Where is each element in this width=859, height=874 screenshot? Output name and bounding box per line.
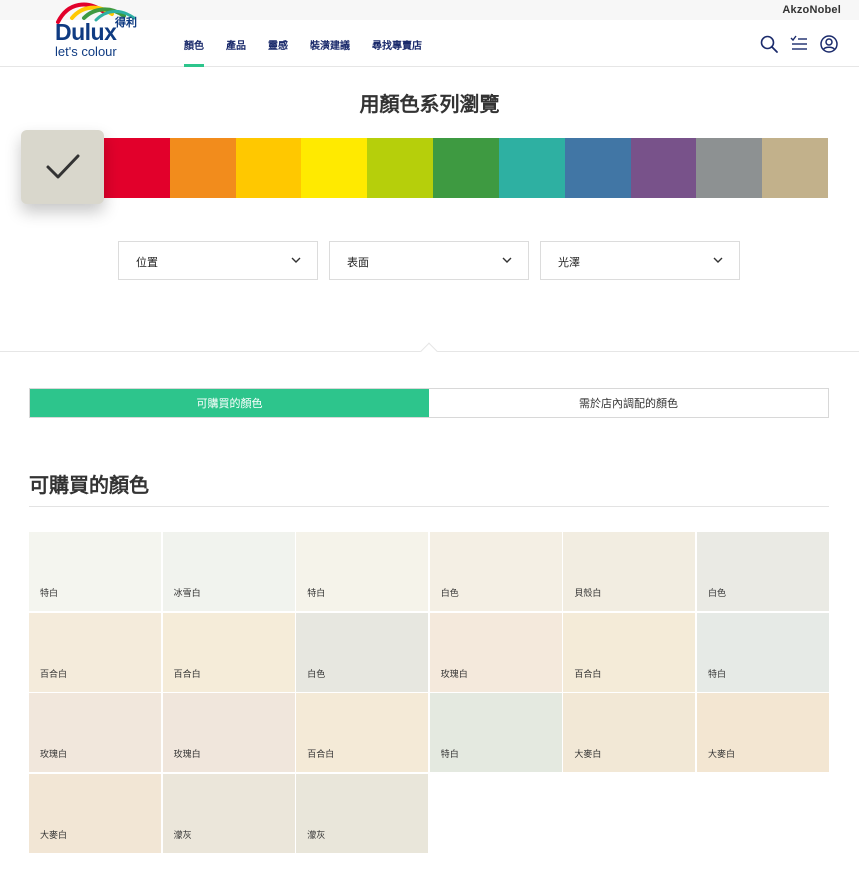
colour-tile[interactable]: 玫瑰白: [429, 612, 562, 692]
colour-list-title: 可購買的顏色: [29, 473, 149, 497]
colour-tile[interactable]: 貝殼白: [563, 532, 696, 611]
nav-item-colours[interactable]: 顏色: [184, 37, 204, 67]
colour-tile[interactable]: 特白: [696, 612, 829, 692]
colour-tile[interactable]: 特白: [429, 693, 562, 773]
colour-tile[interactable]: 濛灰: [162, 773, 295, 853]
chevron-down-icon: [291, 257, 301, 263]
colour-name: 大麥白: [40, 830, 68, 841]
colour-family-swatch[interactable]: [762, 138, 828, 198]
filter-location-dropdown[interactable]: 位置: [118, 241, 318, 280]
colour-tile[interactable]: 白色: [296, 612, 429, 692]
filter-sheen-dropdown[interactable]: 光澤: [540, 241, 740, 280]
colour-name: 百合白: [173, 669, 201, 680]
colour-tile[interactable]: 大麥白: [696, 693, 829, 773]
colour-name: 濛灰: [307, 830, 326, 841]
colour-name: 白色: [707, 589, 726, 599]
colour-name: 特白: [307, 589, 326, 599]
brand-tagline: let's colour: [55, 44, 117, 59]
colour-tile[interactable]: 白色: [696, 532, 829, 611]
colour-tile[interactable]: 玫瑰白: [162, 693, 295, 773]
toggle-tinted-in-store[interactable]: 需於店內調配的顏色: [429, 389, 828, 417]
akzonobel-logo[interactable]: AkzoNobel: [782, 4, 841, 16]
colour-tile[interactable]: 大麥白: [29, 773, 161, 853]
header-actions: [759, 34, 839, 54]
site-header: Dulux 得利 let's colour 顏色 產品 靈感 裝潢建議 尋找專賣…: [0, 2, 859, 67]
colour-name: 特白: [707, 669, 726, 680]
colour-name: 玫瑰白: [173, 750, 201, 761]
colour-name: 玫瑰白: [40, 750, 68, 761]
colour-family-swatch[interactable]: [433, 138, 499, 198]
colour-family-swatch[interactable]: [564, 138, 631, 198]
colour-name: 大麥白: [574, 750, 602, 761]
colour-tile[interactable]: 百合白: [296, 693, 429, 773]
colour-grid: 特白 冰雪白 特白 白色 貝殼白 白色 百合白 百合白 白色 玫瑰白 百合白 特白 玫瑰白 玫瑰白 百合白特…: [29, 532, 829, 853]
nav-item-advice[interactable]: 裝潢建議: [310, 37, 350, 67]
availability-toggle: 可購買的顏色 需於店內調配的顏色: [29, 388, 829, 418]
dulux-logo[interactable]: Dulux 得利 let's colour: [54, 0, 140, 80]
main-nav: 顏色 產品 靈感 裝潢建議 尋找專賣店: [184, 37, 444, 67]
colour-family-swatch[interactable]: [235, 138, 302, 198]
colour-tile[interactable]: 白色: [429, 532, 562, 611]
filter-surface-dropdown[interactable]: 表面: [329, 241, 529, 280]
checklist-icon[interactable]: [789, 34, 809, 54]
divider-notch: [420, 342, 438, 360]
colour-family-swatches: [104, 138, 828, 198]
brand-name: Dulux: [55, 19, 117, 45]
colour-tile[interactable]: 玫瑰白: [29, 693, 161, 773]
nav-item-store-finder[interactable]: 尋找專賣店: [372, 37, 422, 67]
chevron-down-icon: [502, 257, 512, 263]
colour-tile[interactable]: 百合白: [29, 612, 161, 692]
colour-tile[interactable]: 百合白: [563, 612, 696, 692]
colour-name: 貝殼白: [574, 589, 602, 599]
colour-tile[interactable]: 冰雪白: [162, 532, 295, 611]
filter-bar: 位置 表面 光澤: [118, 241, 740, 280]
colour-tile[interactable]: 大麥白: [563, 693, 696, 773]
colour-family-swatch[interactable]: [367, 138, 434, 198]
colour-name: 特白: [440, 750, 459, 761]
colour-tile[interactable]: 百合白: [162, 612, 295, 692]
colour-tile[interactable]: 特白: [296, 532, 429, 611]
account-icon[interactable]: [819, 34, 839, 54]
colour-family-swatch[interactable]: [630, 138, 697, 198]
filter-label: 位置: [136, 256, 158, 269]
colour-family-swatch[interactable]: [696, 138, 763, 198]
colour-name: 玫瑰白: [440, 669, 468, 680]
nav-item-products[interactable]: 產品: [226, 37, 246, 67]
browse-title: 用顏色系列瀏覽: [359, 92, 500, 116]
colour-family-swatch[interactable]: [104, 138, 170, 198]
colour-name: 百合白: [40, 669, 68, 680]
colour-name: 大麥白: [707, 750, 735, 761]
chevron-down-icon: [713, 257, 723, 263]
colour-tile[interactable]: 特白: [29, 532, 161, 611]
selected-colour-family[interactable]: [21, 130, 104, 204]
filter-label: 表面: [347, 256, 369, 269]
colour-name: 白色: [440, 589, 459, 599]
checkmark-icon: [46, 154, 79, 179]
toggle-ready-mixed[interactable]: 可購買的顏色: [30, 389, 429, 417]
list-divider: [29, 506, 829, 507]
colour-name: 百合白: [307, 750, 335, 761]
colour-family-swatch[interactable]: [301, 138, 368, 198]
colour-name: 冰雪白: [173, 589, 201, 599]
nav-item-inspiration[interactable]: 靈感: [268, 37, 288, 67]
filter-label: 光澤: [558, 256, 580, 269]
colour-tile[interactable]: 濛灰: [296, 773, 429, 853]
colour-name: 白色: [307, 669, 326, 680]
search-icon[interactable]: [759, 34, 779, 54]
colour-family-swatch[interactable]: [498, 138, 565, 198]
colour-family-swatch[interactable]: [169, 138, 236, 198]
colour-name: 百合白: [574, 669, 602, 680]
brand-name-cn: 得利: [115, 16, 137, 29]
colour-name: 濛灰: [173, 830, 192, 841]
colour-name: 特白: [40, 589, 59, 599]
